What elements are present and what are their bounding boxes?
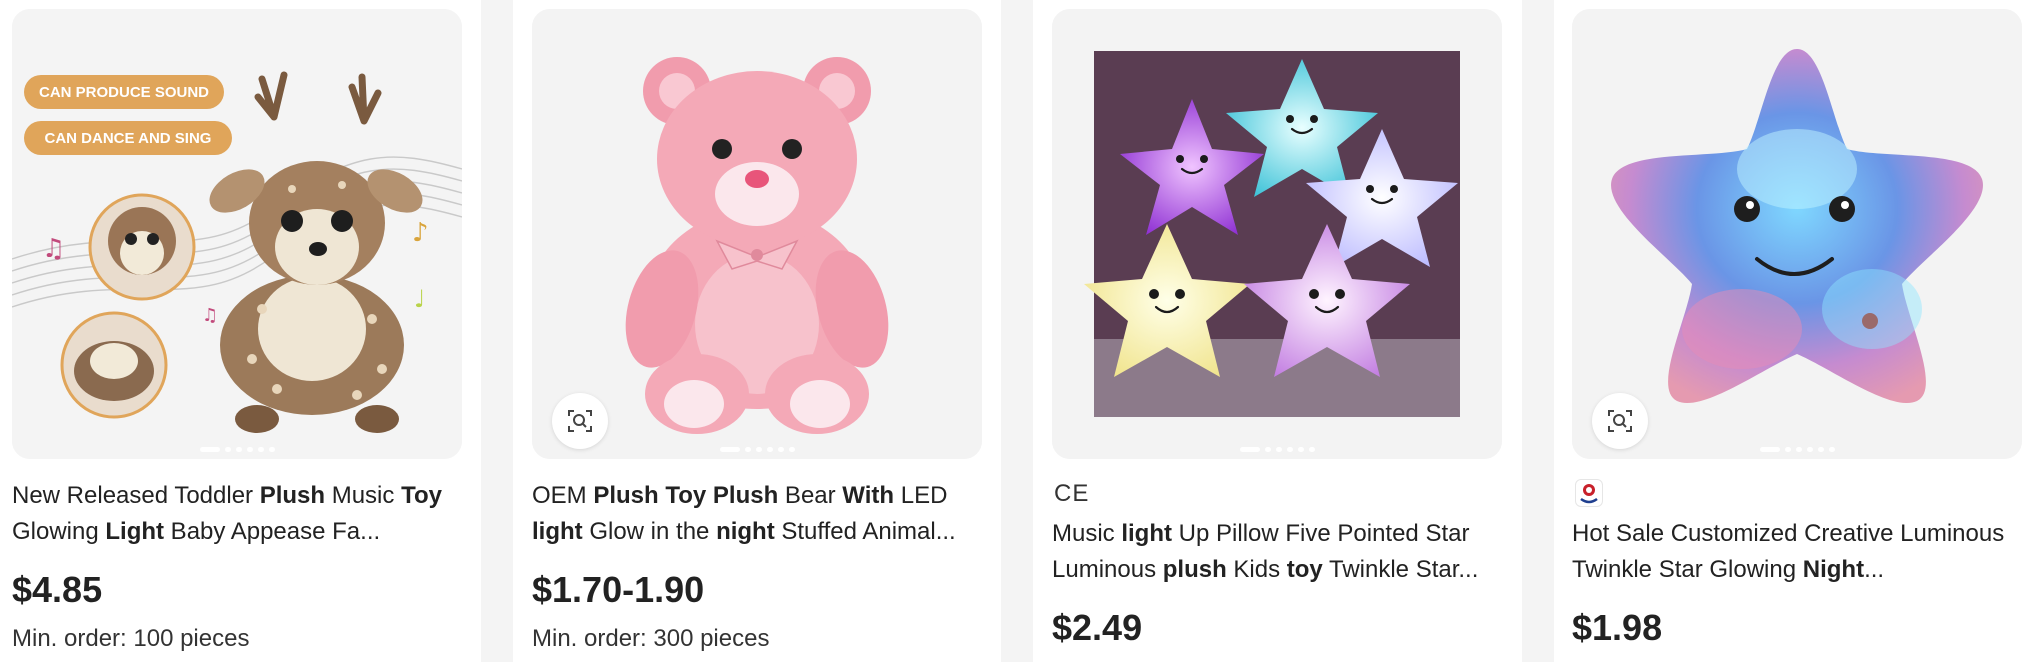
min-order: Min. order: 100 pieces [12, 625, 250, 652]
product-image[interactable]: ♫ ♪ ♫ ♩ CAN PRODUCE SOUND CAN DANCE AND … [12, 9, 462, 459]
title-segment: Light [105, 518, 165, 545]
title-segment: Glowing [12, 518, 106, 545]
title-segment: With [842, 482, 895, 509]
title-segment: OEM [532, 482, 594, 509]
feature-badge: CAN DANCE AND SING [44, 129, 212, 147]
pink-bear-image [532, 9, 982, 459]
column-divider [1522, 0, 1554, 662]
product-card-4[interactable]: Hot Sale Customized Creative Luminous Tw… [1560, 0, 2026, 662]
product-image[interactable] [532, 9, 982, 459]
title-segment: toy [1286, 556, 1323, 583]
product-price: $2.49 [1052, 607, 1143, 648]
image-search-icon[interactable] [1592, 393, 1648, 449]
title-segment: Plush Toy Plush [593, 482, 779, 509]
ce-certification-icon: CE [1054, 480, 1090, 507]
title-segment: Glow in the [582, 518, 717, 545]
title-segment: light [532, 518, 583, 545]
title-segment: Stuffed Animal... [774, 518, 956, 545]
title-segment: night [716, 518, 775, 545]
title-segment: Kids [1226, 556, 1287, 583]
title-segment: light [1121, 520, 1172, 547]
title-segment: Music [1052, 520, 1122, 547]
image-search-icon[interactable] [552, 393, 608, 449]
product-card-2[interactable]: OEM Plush Toy Plush Bear With LED light … [520, 0, 986, 662]
title-segment: plush [1162, 556, 1227, 583]
product-price: $4.85 [12, 569, 103, 610]
svg-text:♩: ♩ [414, 285, 425, 313]
image-carousel-dots[interactable] [532, 447, 982, 452]
star-pillow-image [1572, 9, 2022, 459]
title-segment: Bear [778, 482, 843, 509]
title-segment: Plush [259, 482, 326, 509]
supplier-logo-icon[interactable] [1575, 479, 1603, 507]
product-title[interactable]: Hot Sale Customized Creative Luminous Tw… [1572, 516, 2024, 588]
svg-text:♫: ♫ [42, 234, 65, 264]
feature-badge: CAN PRODUCE SOUND [38, 83, 209, 101]
svg-text:♫: ♫ [202, 305, 218, 326]
product-card-1[interactable]: ♫ ♪ ♫ ♩ CAN PRODUCE SOUND CAN DANCE AND … [0, 0, 466, 662]
title-segment: Night [1802, 556, 1865, 583]
title-segment: Hot Sale Customized Creative Luminous Tw… [1572, 520, 2005, 583]
image-carousel-dots[interactable] [12, 447, 462, 452]
product-title[interactable]: Music light Up Pillow Five Pointed Star … [1052, 516, 1504, 588]
min-order: Min. order: 300 pieces [532, 625, 770, 652]
title-segment: Twinkle Star... [1322, 556, 1479, 583]
product-card-3[interactable]: CE Music light Up Pillow Five Pointed St… [1040, 0, 1506, 662]
column-divider [481, 0, 513, 662]
product-price: $1.98 [1572, 607, 1663, 648]
product-title[interactable]: New Released Toddler Plush Music Toy Glo… [12, 478, 464, 550]
title-segment: ... [1864, 556, 1885, 583]
product-price: $1.70-1.90 [532, 569, 705, 610]
title-segment: New Released Toddler [12, 482, 260, 509]
title-segment: LED [894, 482, 948, 509]
product-image[interactable] [1572, 9, 2022, 459]
title-segment: Music [325, 482, 402, 509]
title-segment: Toy [401, 482, 442, 509]
image-carousel-dots[interactable] [1572, 447, 2022, 452]
image-carousel-dots[interactable] [1052, 447, 1502, 452]
star-pillows-image [1052, 9, 1502, 459]
title-segment: Baby Appease Fa... [164, 518, 381, 545]
svg-text:♪: ♪ [412, 218, 429, 248]
product-image[interactable] [1052, 9, 1502, 459]
product-title[interactable]: OEM Plush Toy Plush Bear With LED light … [532, 478, 984, 550]
column-divider [1001, 0, 1033, 662]
